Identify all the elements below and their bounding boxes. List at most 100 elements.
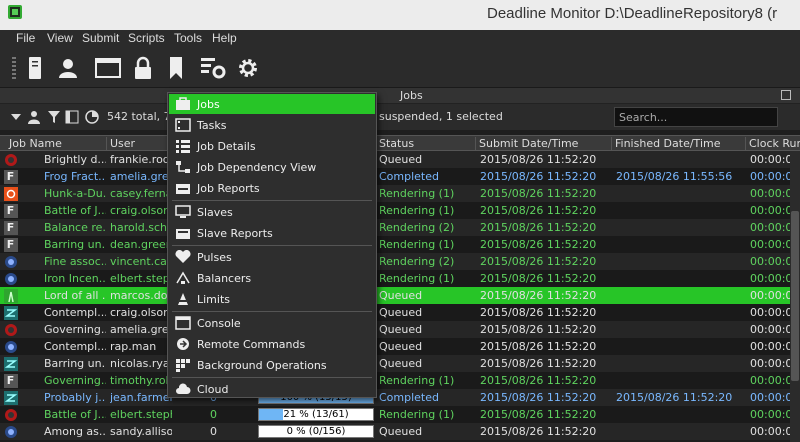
submit-date-cell: 2015/08/26 11:52:20 [480, 306, 597, 319]
column-submit-date[interactable]: Submit Date/Time [476, 137, 612, 151]
menu-help[interactable]: Help [212, 31, 237, 45]
status-cell: Rendering (1) [379, 408, 455, 421]
user-cell: casey.ferna [110, 187, 172, 200]
clock-running-cell: 00:00:00:0 [750, 408, 790, 421]
status-cell: Rendering (1) [379, 374, 455, 387]
user-cell: rap.man [110, 340, 157, 353]
table-row[interactable]: Iron Incen... elbert.stephe Rendering (1) 2… [0, 270, 790, 287]
table-row[interactable]: Contempl... rap.man Queued 2015/08/26 11:52… [0, 338, 790, 355]
column-finished-date[interactable]: Finished Date/Time [612, 137, 746, 151]
table-row[interactable]: Governing... amelia.green Queued 2015/08/26… [0, 321, 790, 338]
table-header: Job Name User Status Submit Date/Time Fi… [0, 135, 800, 151]
toolbar-grip[interactable] [12, 57, 16, 79]
table-row[interactable]: Fine assoc... vincent.carls Rendering (2) 2… [0, 253, 790, 270]
job-plugin-icon [3, 424, 18, 439]
clock-running-cell: 00:00:00:0 [750, 306, 790, 319]
menu-item-balancers[interactable]: Balancers [169, 268, 375, 288]
job-name-cell: Balance re... [44, 221, 106, 234]
menu-item-console[interactable]: Console [169, 313, 375, 333]
table-row[interactable]: Among as... sandy.allison 0 0 % (0/156) Queu… [0, 423, 790, 440]
menu-item-background-operations[interactable]: Background Operations [169, 355, 375, 375]
progress-bar: 0 % (0/156) [258, 425, 374, 438]
menu-item-job-details[interactable]: Job Details [169, 136, 375, 156]
job-plugin-icon: F [3, 220, 18, 235]
scrollbar-thumb[interactable] [791, 211, 799, 381]
job-name-cell: Among as... [44, 425, 106, 438]
table-row[interactable]: Battle of J... elbert.stephens 0 21 % (13/6… [0, 406, 790, 423]
table-row[interactable]: Hunk-a-Du... casey.ferna Rendering (1) 2015… [0, 185, 790, 202]
menu-separator [172, 200, 372, 201]
table-row[interactable]: Lord of all ... marcos.doug Queued 2015/08/… [0, 287, 790, 304]
slaves-icon [175, 204, 191, 220]
limits-icon [175, 291, 191, 307]
window-icon[interactable] [95, 55, 121, 81]
status-cell: Rendering (2) [379, 221, 455, 234]
job-name-cell: Probably j... [44, 391, 106, 404]
submit-date-cell: 2015/08/26 11:52:20 [480, 238, 597, 251]
submit-date-cell: 2015/08/26 11:52:20 [480, 170, 597, 183]
menu-item-slave-reports[interactable]: Slave Reports [169, 223, 375, 243]
user-filter-icon[interactable] [26, 109, 42, 125]
column-status[interactable]: Status [376, 137, 476, 151]
table-row[interactable]: Barring un... nicolas.ryan Queued 2015/08/2… [0, 355, 790, 372]
menu-item-jobs[interactable]: Jobs [169, 94, 375, 114]
menu-item-cloud[interactable]: Cloud [169, 379, 375, 399]
dropdown-arrow-icon[interactable] [8, 109, 24, 125]
submit-date-cell: 2015/08/26 11:52:20 [480, 340, 597, 353]
job-name-cell: Hunk-a-Du... [44, 187, 106, 200]
job-plugin-icon [3, 152, 18, 167]
menu-scripts[interactable]: Scripts [128, 31, 165, 45]
column-job-name[interactable]: Job Name [6, 137, 107, 151]
menu-item-limits[interactable]: Limits [169, 289, 375, 309]
app-icon [8, 5, 22, 19]
user-cell: jean.farmer [110, 391, 172, 404]
column-clock-running[interactable]: Clock Runn [746, 137, 800, 151]
pie-icon[interactable] [84, 109, 100, 125]
clock-running-cell: 00:00:00:0 [750, 187, 790, 200]
filter-icon[interactable] [46, 109, 62, 125]
jobs-summary-right: suspended, 1 selected [379, 110, 503, 123]
table-row[interactable]: F Governing... timothy.robe Rendering (1) 20… [0, 372, 790, 389]
menu-item-remote-commands[interactable]: Remote Commands [169, 334, 375, 354]
columns-icon[interactable] [64, 109, 80, 125]
job-plugin-icon [3, 356, 18, 371]
bookmark-icon[interactable] [163, 55, 189, 81]
job-name-cell: Battle of J... [44, 204, 106, 217]
clock-running-cell: 00:00:02: [750, 170, 790, 183]
settings-list-icon[interactable] [200, 55, 226, 81]
restore-icon[interactable] [781, 90, 791, 100]
finished-date-cell: 2015/08/26 11:55:56 [616, 170, 733, 183]
menu-file[interactable]: File [16, 31, 35, 45]
menu-item-label: Cloud [197, 382, 229, 396]
search-input[interactable]: Search... [614, 107, 778, 127]
status-cell: Rendering (1) [379, 204, 455, 217]
table-row[interactable]: F Barring un... dean.green Rendering (1) 201… [0, 236, 790, 253]
dependency-icon [175, 159, 191, 175]
menu-view[interactable]: View [47, 31, 73, 45]
clock-running-cell: 00:00:00:0 [750, 340, 790, 353]
vertical-scrollbar[interactable] [790, 151, 800, 442]
menu-item-job-dependency-view[interactable]: Job Dependency View [169, 157, 375, 177]
gear-icon[interactable] [235, 55, 261, 81]
menu-tools[interactable]: Tools [174, 31, 202, 45]
table-row[interactable]: F Balance re... harold.schul Rendering (2) 2… [0, 219, 790, 236]
menu-item-slaves[interactable]: Slaves [169, 202, 375, 222]
status-cell: Rendering (1) [379, 187, 455, 200]
job-plugin-icon [3, 339, 18, 354]
lock-icon[interactable] [130, 55, 156, 81]
table-row[interactable]: F Battle of J... craig.olson Rendering (1) 2… [0, 202, 790, 219]
console-icon [175, 315, 191, 331]
menu-item-label: Background Operations [197, 358, 327, 372]
menu-item-job-reports[interactable]: Job Reports [169, 178, 375, 198]
menu-item-label: Slaves [197, 205, 233, 219]
menu-item-tasks[interactable]: Tasks [169, 115, 375, 135]
table-row[interactable]: Probably j...jean.farmer0100 % (15/15)Co… [0, 389, 790, 406]
table-row[interactable]: F Frog Fract... amelia.green Completed 2015/… [0, 168, 790, 185]
user-cell: harold.schul [110, 221, 172, 234]
slave-icon[interactable] [22, 55, 48, 81]
table-row[interactable]: Contempl... craig.olson Queued 2015/08/26 1… [0, 304, 790, 321]
user-icon[interactable] [55, 55, 81, 81]
menu-submit[interactable]: Submit [82, 31, 119, 45]
menu-item-pulses[interactable]: Pulses [169, 247, 375, 267]
table-row[interactable]: Brightly d... frankie.rodr Queued 2015/08/2… [0, 151, 790, 168]
